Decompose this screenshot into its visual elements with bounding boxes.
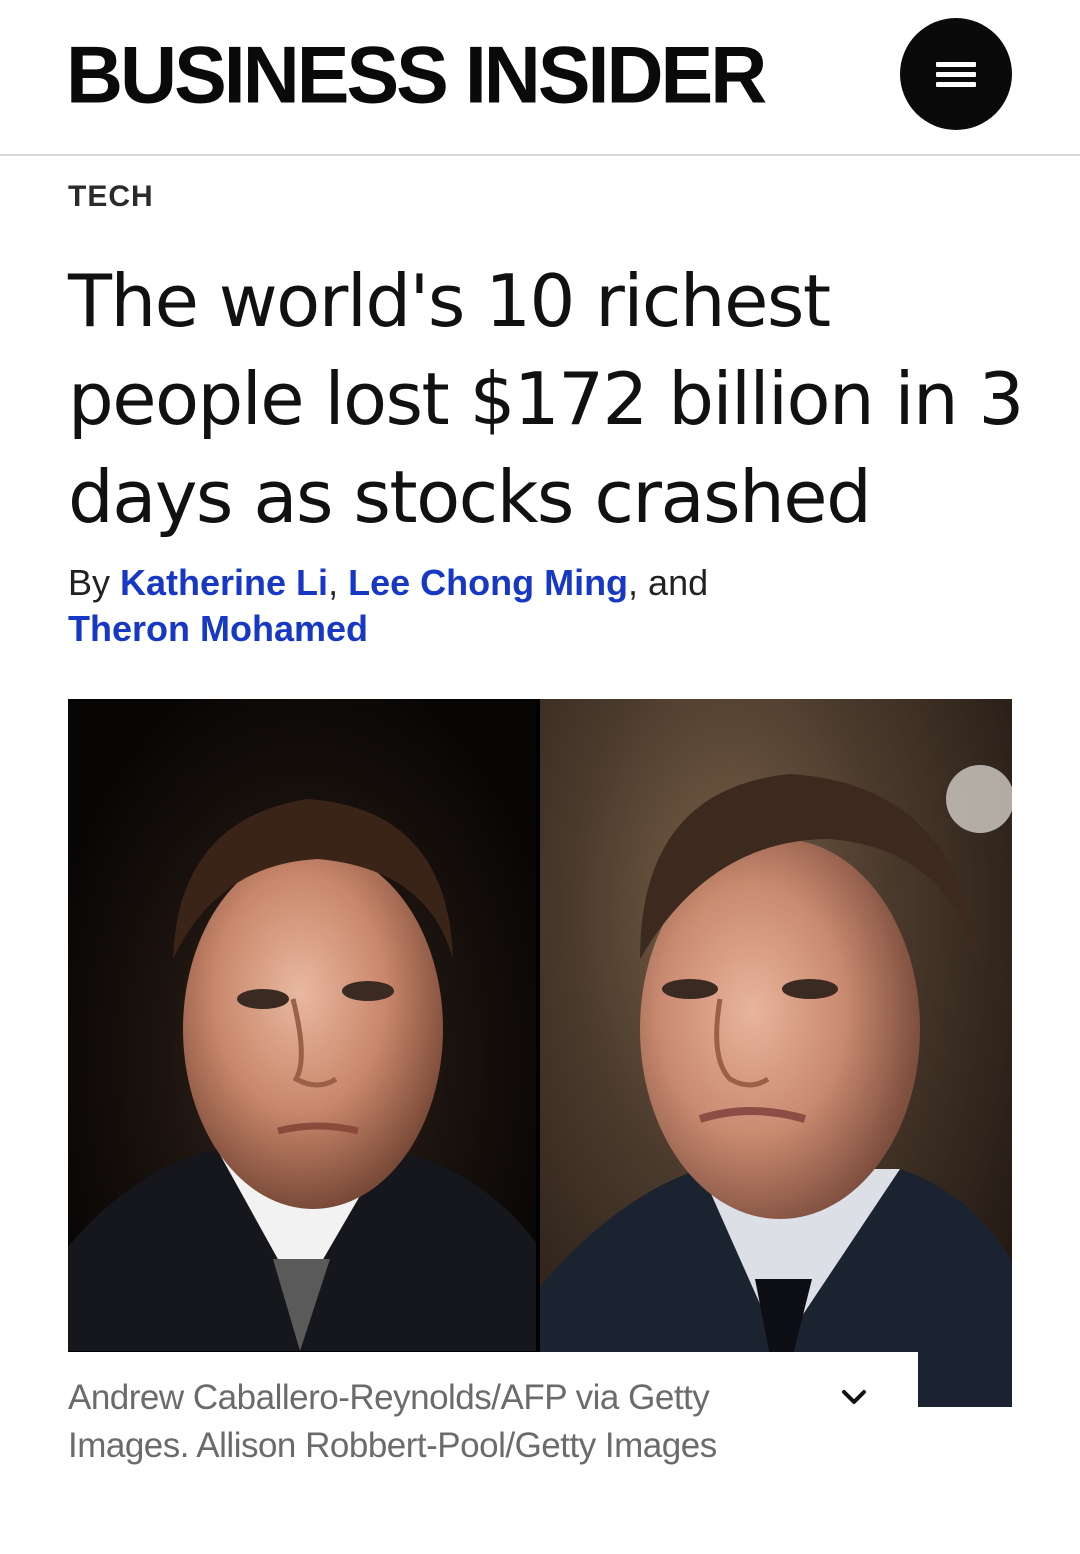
- portrait-right: [540, 699, 1012, 1407]
- photo-caption: Andrew Caballero-Reynolds/AFP via Getty …: [68, 1378, 717, 1465]
- portrait-left: [68, 699, 536, 1351]
- chevron-down-icon[interactable]: [836, 1380, 872, 1416]
- author-link-katherine-li[interactable]: Katherine Li: [120, 562, 328, 603]
- hamburger-menu-icon: [936, 62, 976, 67]
- portrait-right-illustration: [540, 765, 1012, 1407]
- hamburger-menu-icon-bar: [936, 72, 976, 77]
- hamburger-menu-icon-bar: [936, 82, 976, 87]
- byline-separator: ,: [328, 562, 349, 603]
- site-logo[interactable]: BUSINESS INSIDER: [66, 29, 767, 121]
- site-header: BUSINESS INSIDER: [0, 0, 1080, 156]
- menu-button[interactable]: [900, 18, 1012, 130]
- portrait-left-illustration: [68, 799, 536, 1351]
- byline-separator: , and: [628, 562, 709, 603]
- author-link-theron-mohamed[interactable]: Theron Mohamed: [68, 608, 368, 649]
- author-link-lee-chong-ming[interactable]: Lee Chong Ming: [348, 562, 628, 603]
- byline-prefix: By: [68, 562, 121, 603]
- article-hero-image: [68, 699, 1012, 1407]
- byline: By Katherine Li, Lee Chong Ming, and The…: [68, 560, 968, 652]
- chevron-down-icon-svg: [842, 1390, 866, 1404]
- article-headline: The world's 10 richest people lost $172 …: [68, 259, 1024, 539]
- section-label[interactable]: TECH: [68, 180, 154, 214]
